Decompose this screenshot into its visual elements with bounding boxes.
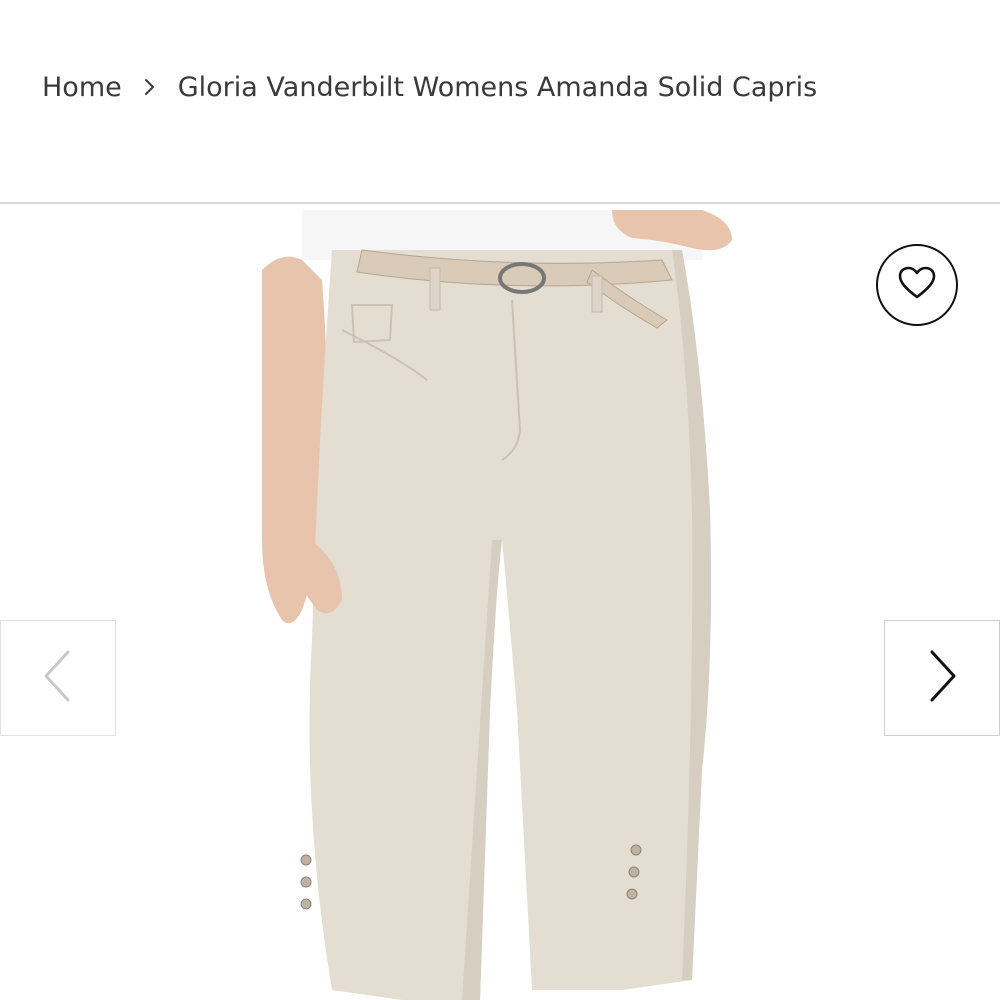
next-image-button[interactable] [884,620,1000,736]
breadcrumb-home-link[interactable]: Home [42,72,122,103]
breadcrumb-current-page: Gloria Vanderbilt Womens Amanda Solid Ca… [177,71,818,103]
chevron-left-icon [40,648,76,708]
product-page: Home Gloria Vanderbilt Womens Amanda Sol… [0,0,1000,1000]
previous-image-button[interactable] [0,620,116,736]
product-image-gallery [0,204,1000,1000]
chevron-right-icon [122,72,178,102]
product-image[interactable] [262,210,740,1000]
chevron-right-icon [924,648,960,708]
wishlist-button[interactable] [876,244,958,326]
heart-icon [897,265,937,305]
breadcrumb: Home Gloria Vanderbilt Womens Amanda Sol… [42,66,817,108]
